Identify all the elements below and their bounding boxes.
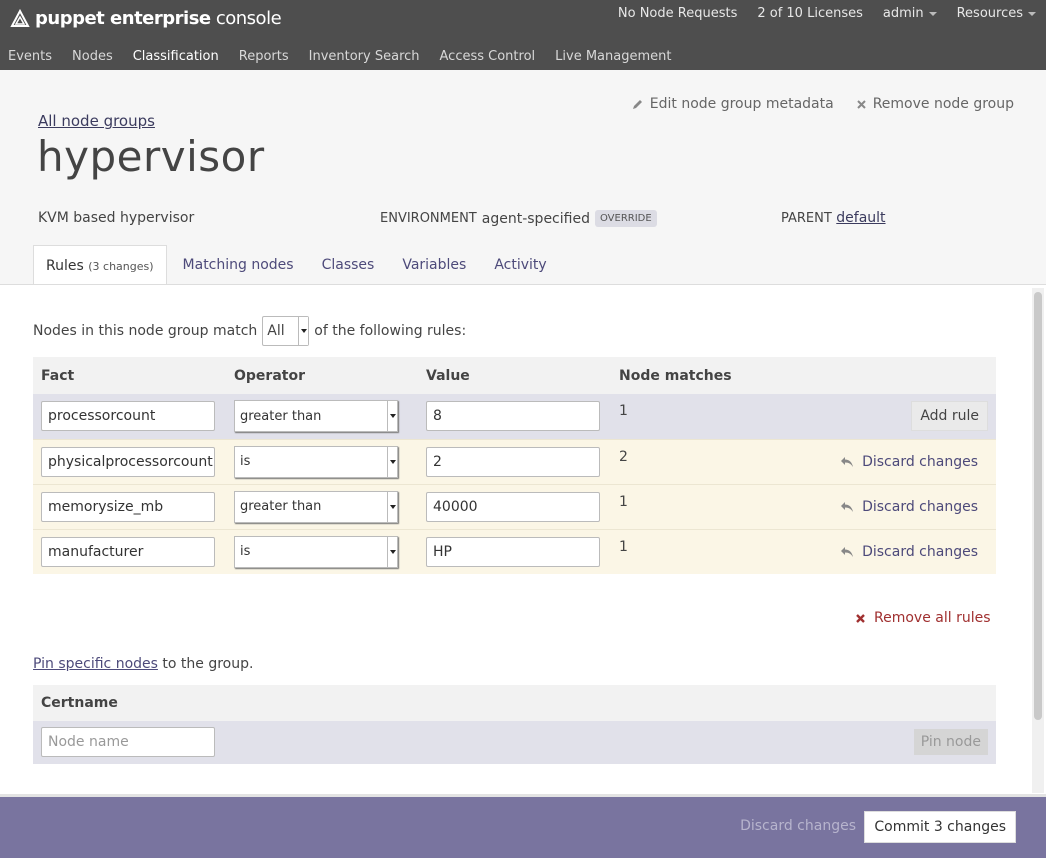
column-operator: Operator	[226, 357, 418, 394]
pin-node-row: Node name Pin node	[33, 721, 996, 764]
parent-info: PARENT default	[781, 210, 886, 226]
licenses-link[interactable]: 2 of 10 Licenses	[757, 6, 863, 21]
breadcrumb-all-node-groups[interactable]: All node groups	[38, 112, 155, 130]
close-icon	[856, 613, 865, 623]
remove-node-group-button[interactable]: Remove node group	[856, 96, 1014, 112]
undo-icon	[841, 501, 854, 512]
new-rule-row: processorcount greater than 8 1 Add rule	[33, 394, 996, 439]
tab-matching-nodes[interactable]: Matching nodes	[171, 245, 306, 284]
nav-reports[interactable]: Reports	[239, 49, 289, 64]
chevron-down-icon	[928, 11, 937, 16]
rule-row: memorysize_mb greater than 40000 1 Disca…	[33, 483, 996, 529]
column-certname: Certname	[33, 685, 996, 721]
user-menu[interactable]: admin	[883, 6, 937, 21]
pin-specific-nodes-link[interactable]: Pin specific nodes	[33, 656, 158, 672]
nav-events[interactable]: Events	[8, 49, 52, 64]
nav-nodes[interactable]: Nodes	[72, 49, 113, 64]
nav-access-control[interactable]: Access Control	[440, 49, 536, 64]
changes-count: (3 changes)	[88, 260, 154, 273]
node-matches-count: 1	[611, 483, 775, 529]
commit-changes-button[interactable]: Commit 3 changes	[864, 811, 1016, 843]
scrollbar-thumb[interactable]	[1034, 292, 1042, 720]
node-group-header: Edit node group metadata Remove node gro…	[0, 70, 1046, 284]
environment-info: ENVIRONMENT agent-specified OVERRIDE	[380, 210, 657, 227]
tab-activity[interactable]: Activity	[482, 245, 558, 284]
remove-all-rules-button[interactable]: Remove all rules	[855, 610, 991, 626]
page-title: hypervisor	[37, 132, 265, 181]
tab-rules[interactable]: Rules (3 changes)	[33, 245, 167, 284]
value-input[interactable]: HP	[426, 536, 600, 567]
logo[interactable]: puppet enterprise console	[10, 8, 282, 29]
node-matches-count: 1	[611, 528, 775, 574]
top-bar: puppet enterprise console No Node Reques…	[0, 0, 1046, 70]
rule-row: manufacturer is HP 1 Discard changes	[33, 528, 996, 574]
nav-inventory-search[interactable]: Inventory Search	[309, 49, 420, 64]
fact-input[interactable]: processorcount	[41, 401, 215, 432]
chevron-down-icon	[387, 536, 397, 567]
group-description: KVM based hypervisor	[38, 210, 195, 226]
value-input[interactable]: 8	[426, 401, 600, 432]
edit-metadata-button[interactable]: Edit node group metadata	[632, 96, 834, 112]
fact-input[interactable]: manufacturer	[41, 536, 215, 567]
operator-select[interactable]: is	[234, 535, 398, 568]
pin-node-button[interactable]: Pin node	[913, 729, 988, 755]
pin-nodes-line: Pin specific nodes to the group.	[33, 656, 254, 672]
tab-variables[interactable]: Variables	[390, 245, 478, 284]
chevron-down-icon	[1028, 11, 1036, 16]
operator-select[interactable]: greater than	[234, 490, 398, 523]
tab-bar: Rules (3 changes) Matching nodes Classes…	[33, 245, 563, 284]
close-icon	[856, 99, 866, 109]
brand-name: puppet enterprise console	[35, 8, 282, 29]
value-input[interactable]: 2	[426, 446, 600, 477]
tab-classes[interactable]: Classes	[310, 245, 387, 284]
discard-changes-button[interactable]: Discard changes	[840, 499, 978, 515]
pinned-nodes-table: Certname Node name Pin node	[33, 685, 996, 764]
column-node-matches: Node matches	[611, 357, 775, 394]
node-name-input[interactable]: Node name	[41, 727, 215, 757]
rules-table: Fact Operator Value Node matches process…	[33, 357, 996, 574]
node-matches-count: 1	[611, 394, 775, 439]
node-matches-count: 2	[611, 438, 775, 484]
resources-menu[interactable]: Resources	[957, 6, 1036, 21]
value-input[interactable]: 40000	[426, 491, 600, 522]
undo-icon	[841, 456, 854, 467]
column-value: Value	[418, 357, 611, 394]
override-badge: OVERRIDE	[594, 210, 657, 227]
match-mode-select[interactable]: All	[262, 316, 310, 346]
discard-changes-button[interactable]: Discard changes	[840, 454, 978, 470]
parent-link[interactable]: default	[836, 210, 885, 226]
nav-live-management[interactable]: Live Management	[555, 49, 671, 64]
match-line: Nodes in this node group match All of th…	[33, 316, 466, 346]
main-nav: Events Nodes Classification Reports Inve…	[0, 49, 683, 64]
operator-select[interactable]: greater than	[234, 400, 398, 433]
rule-row: physicalprocessorcount is 2 2 Discard ch…	[33, 438, 996, 484]
operator-select[interactable]: is	[234, 445, 398, 478]
fact-input[interactable]: memorysize_mb	[41, 491, 215, 522]
column-fact: Fact	[33, 357, 226, 394]
environment-label: ENVIRONMENT	[380, 211, 477, 226]
undo-icon	[841, 546, 854, 557]
discard-all-changes-button[interactable]: Discard changes	[740, 818, 856, 834]
chevron-down-icon	[387, 491, 397, 522]
puppet-logo-icon	[10, 8, 30, 27]
environment-value: agent-specified	[481, 210, 590, 227]
node-requests-link[interactable]: No Node Requests	[618, 6, 737, 21]
pencil-icon	[632, 100, 642, 109]
chevron-down-icon	[298, 317, 309, 345]
fact-input[interactable]: physicalprocessorcount	[41, 446, 215, 477]
add-rule-button[interactable]: Add rule	[911, 401, 988, 432]
discard-changes-button[interactable]: Discard changes	[840, 544, 978, 560]
parent-label: PARENT	[781, 211, 832, 226]
chevron-down-icon	[387, 401, 397, 432]
commit-bar: Discard changes Commit 3 changes	[0, 794, 1046, 858]
chevron-down-icon	[387, 446, 397, 477]
nav-classification[interactable]: Classification	[133, 49, 219, 64]
